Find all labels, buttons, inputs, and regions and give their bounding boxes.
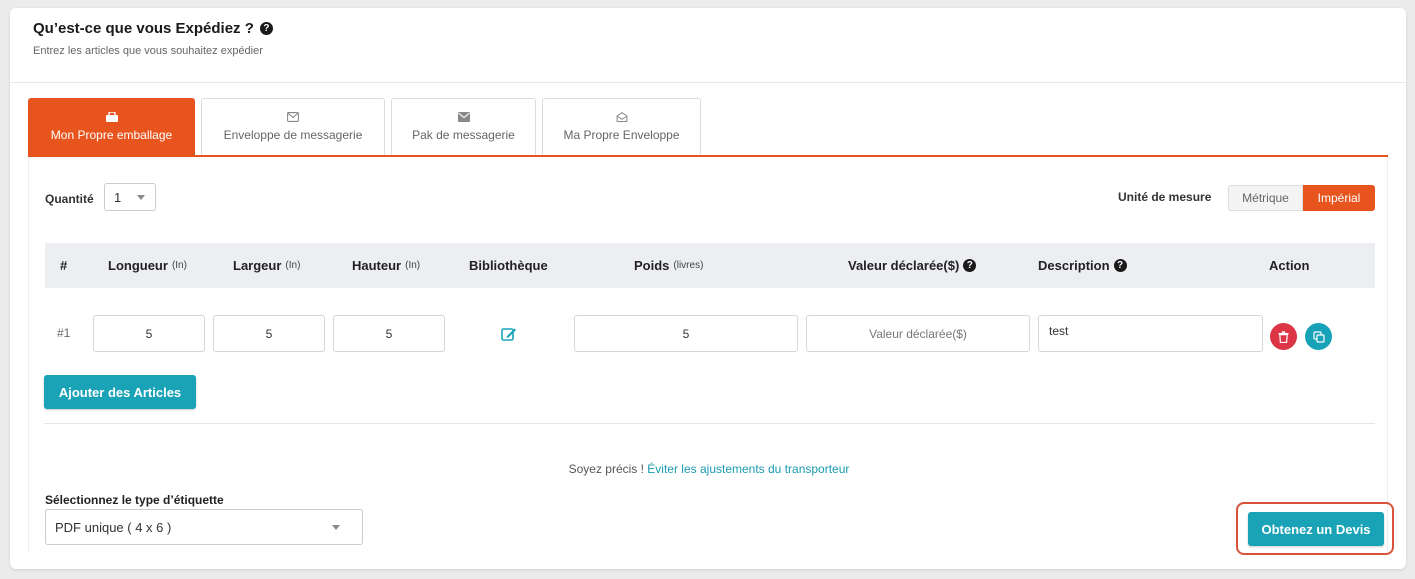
row-number: #1: [57, 326, 71, 340]
col-declared-value: Valeur déclarée($)?: [848, 243, 977, 288]
col-action: Action: [1269, 243, 1309, 288]
card-header: Qu’est-ce que vous Expédiez ? ? Entrez l…: [10, 8, 1406, 83]
quantity-label: Quantité: [45, 192, 94, 206]
notice-text: Soyez précis !: [568, 462, 648, 476]
question-circle-icon[interactable]: ?: [963, 259, 977, 272]
package-type-tabs: Mon Propre emballage Enveloppe de messag…: [28, 98, 1388, 157]
tab-courier-envelope[interactable]: Enveloppe de messagerie: [201, 98, 385, 155]
col-height-label: Hauteur: [352, 258, 402, 273]
question-circle-icon[interactable]: ?: [1113, 259, 1127, 272]
label-type-value: PDF unique ( 4 x 6 ): [55, 519, 172, 535]
duplicate-button[interactable]: [1305, 323, 1332, 350]
carrier-adjustments-link[interactable]: Éviter les ajustements du transporteur: [647, 462, 849, 476]
envelope-open-icon: [616, 112, 627, 122]
metric-button[interactable]: Métrique: [1228, 185, 1303, 211]
unit-label: Unité de mesure: [1118, 190, 1212, 204]
col-action-label: Action: [1269, 258, 1310, 273]
table-header: # Longueur (In) Largeur (In) Hauteur (In) B…: [45, 243, 1375, 288]
page-subtitle: Entrez les articles que vous souhaitez e…: [33, 45, 263, 57]
col-library: Bibliothèque: [469, 243, 548, 288]
trash-icon: [1278, 330, 1289, 343]
description-input[interactable]: test: [1038, 315, 1263, 352]
col-library-label: Bibliothèque: [469, 258, 548, 273]
get-quote-button[interactable]: Obtenez un Devis: [1248, 512, 1384, 546]
col-weight-label: Poids: [634, 258, 670, 273]
tab-label: Enveloppe de messagerie: [223, 128, 363, 142]
col-num: #: [60, 243, 67, 288]
package-icon: [105, 112, 118, 122]
question-circle-icon[interactable]: ?: [259, 22, 273, 35]
add-items-button[interactable]: Ajouter des Articles: [44, 375, 196, 409]
tab-label: Ma Propre Enveloppe: [563, 128, 680, 142]
divider: [44, 423, 1375, 424]
width-input[interactable]: 5: [213, 315, 325, 352]
envelope-solid-icon: [457, 112, 470, 122]
col-width-label: Largeur: [233, 258, 282, 273]
weight-input[interactable]: 5: [574, 315, 798, 352]
col-description: Description?: [1038, 243, 1127, 288]
delete-button[interactable]: [1270, 323, 1297, 350]
col-description-label: Description: [1038, 258, 1110, 273]
copy-icon: [1312, 330, 1325, 343]
length-input[interactable]: 5: [93, 315, 205, 352]
col-height: Hauteur (In): [352, 243, 420, 288]
height-input[interactable]: 5: [333, 315, 445, 352]
envelope-outline-icon: [287, 112, 299, 122]
quantity-select[interactable]: 1: [104, 183, 156, 211]
col-declared-label: Valeur déclarée($): [848, 258, 960, 273]
tab-courier-pak[interactable]: Pak de messagerie: [391, 98, 536, 155]
caret-down-icon: [137, 195, 145, 200]
tab-pane: Quantité 1 Unité de mesure Métrique Impé…: [28, 157, 1394, 555]
col-length-unit: (In): [171, 260, 187, 271]
col-weight-unit: (livres): [673, 260, 704, 271]
col-length: Longueur (In): [108, 243, 187, 288]
caret-down-icon: [332, 525, 340, 530]
declared-value-input[interactable]: Valeur déclarée($): [806, 315, 1030, 352]
unit-toggle: Métrique Impérial: [1228, 185, 1375, 211]
quantity-value: 1: [114, 189, 122, 205]
tab-own-packaging[interactable]: Mon Propre emballage: [28, 98, 195, 155]
tab-own-envelope[interactable]: Ma Propre Enveloppe: [542, 98, 701, 155]
tab-label: Mon Propre emballage: [50, 128, 173, 142]
edit-icon[interactable]: [501, 327, 517, 341]
shipment-card: Qu’est-ce que vous Expédiez ? ? Entrez l…: [10, 8, 1406, 569]
imperial-button[interactable]: Impérial: [1303, 185, 1375, 211]
label-type-select[interactable]: PDF unique ( 4 x 6 ): [45, 509, 363, 545]
col-width: Largeur (In): [233, 243, 300, 288]
accuracy-notice: Soyez précis ! Éviter les ajustements du…: [29, 462, 1389, 476]
label-type-label: Sélectionnez le type d’étiquette: [45, 493, 224, 507]
title-text: Qu’est-ce que vous Expédiez ?: [33, 20, 254, 37]
page-title: Qu’est-ce que vous Expédiez ? ?: [33, 20, 1406, 37]
col-height-unit: (In): [405, 260, 421, 271]
col-num-label: #: [60, 258, 68, 273]
col-length-label: Longueur: [108, 258, 168, 273]
col-width-unit: (In): [285, 260, 301, 271]
col-weight: Poids (livres): [634, 243, 703, 288]
tab-label: Pak de messagerie: [412, 128, 515, 142]
